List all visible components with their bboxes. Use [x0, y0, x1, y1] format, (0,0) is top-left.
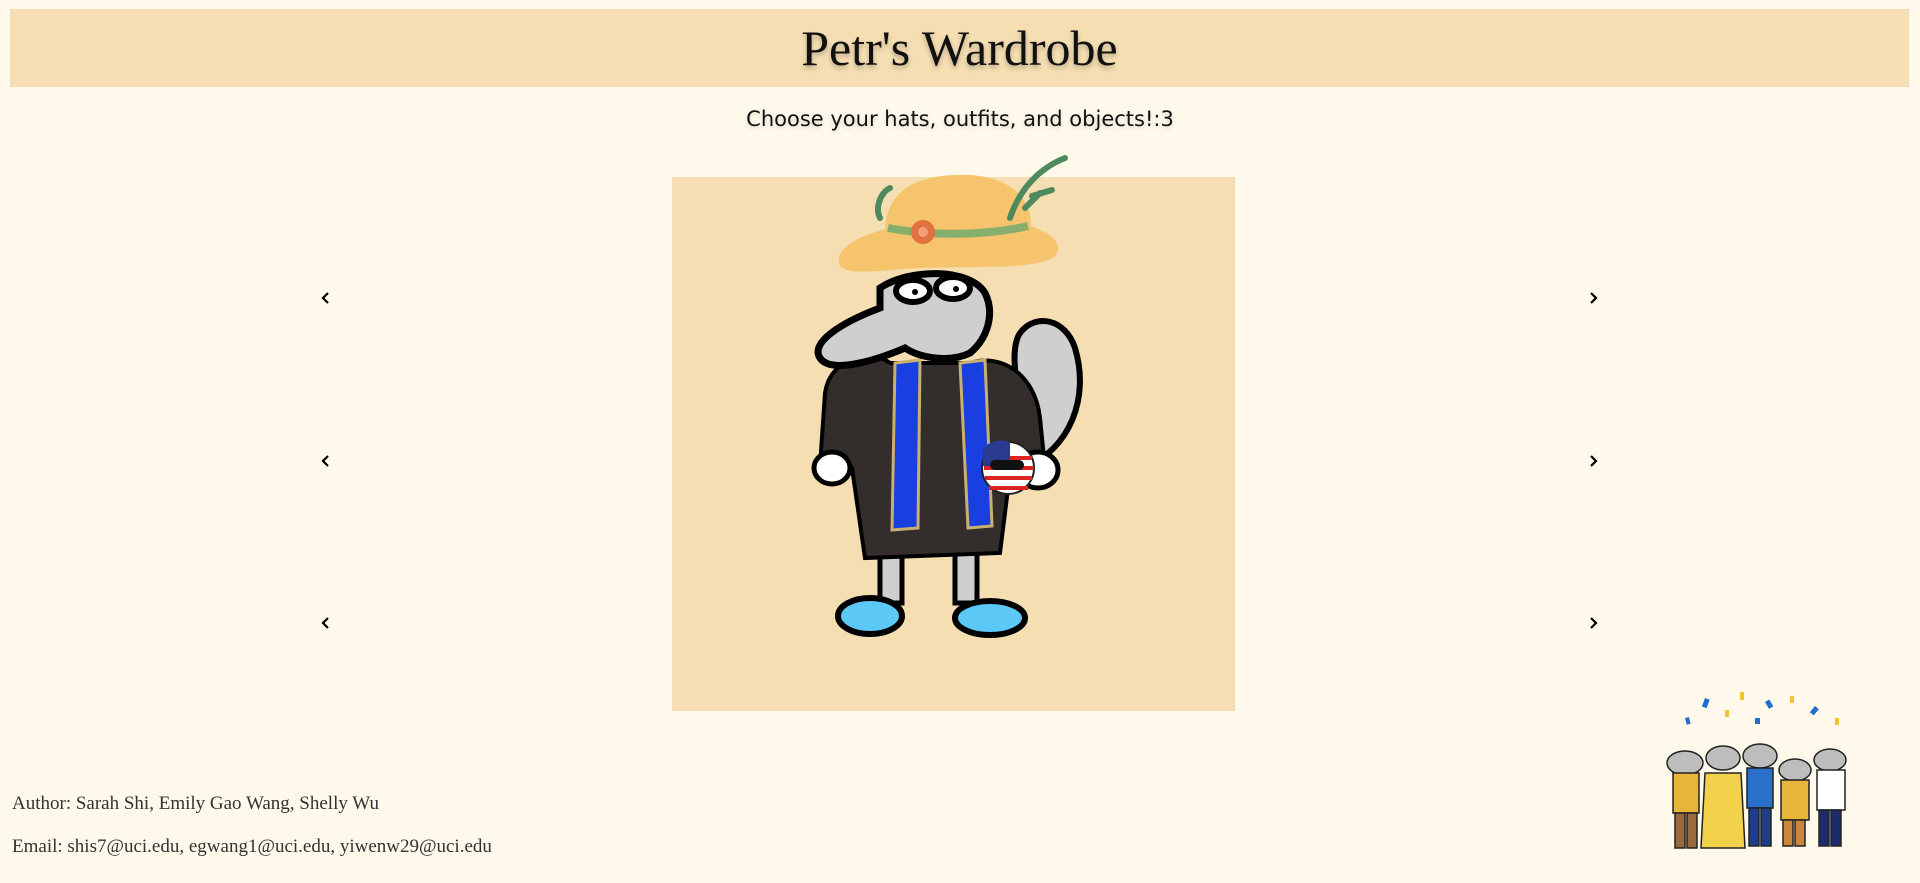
hats-prev-button[interactable]: [312, 284, 340, 312]
outfits-next-button[interactable]: [1579, 447, 1607, 475]
right-eye: [933, 274, 973, 302]
chevron-left-icon: [321, 292, 329, 304]
page-title: Petr's Wardrobe: [801, 20, 1118, 76]
mascot-group-image: [1666, 692, 1847, 849]
objects-prev-button[interactable]: [312, 609, 340, 637]
objects-next-button[interactable]: [1579, 609, 1607, 637]
sun-hat-crown: [885, 174, 1031, 233]
footer-author: Author: Sarah Shi, Emily Gao Wang, Shell…: [12, 793, 379, 814]
left-sash: [890, 358, 922, 532]
hats-next-button[interactable]: [1579, 284, 1607, 312]
right-shoe: [952, 598, 1028, 638]
footer-email: Email: shis7@uci.edu, egwang1@uci.edu, y…: [12, 836, 492, 857]
left-hand: [811, 449, 853, 487]
chevron-right-icon: [1590, 455, 1598, 467]
confetti: [1685, 692, 1839, 725]
left-shoe: [835, 595, 905, 637]
outfits-prev-button[interactable]: [312, 447, 340, 475]
petr-character-image: [811, 155, 1083, 638]
page-header: Petr's Wardrobe: [10, 9, 1909, 87]
chevron-right-icon: [1590, 617, 1598, 629]
chevron-right-icon: [1590, 292, 1598, 304]
chevron-left-icon: [321, 455, 329, 467]
chevron-left-icon: [321, 617, 329, 629]
page-subtitle: Choose your hats, outfits, and objects!:…: [746, 107, 1174, 131]
